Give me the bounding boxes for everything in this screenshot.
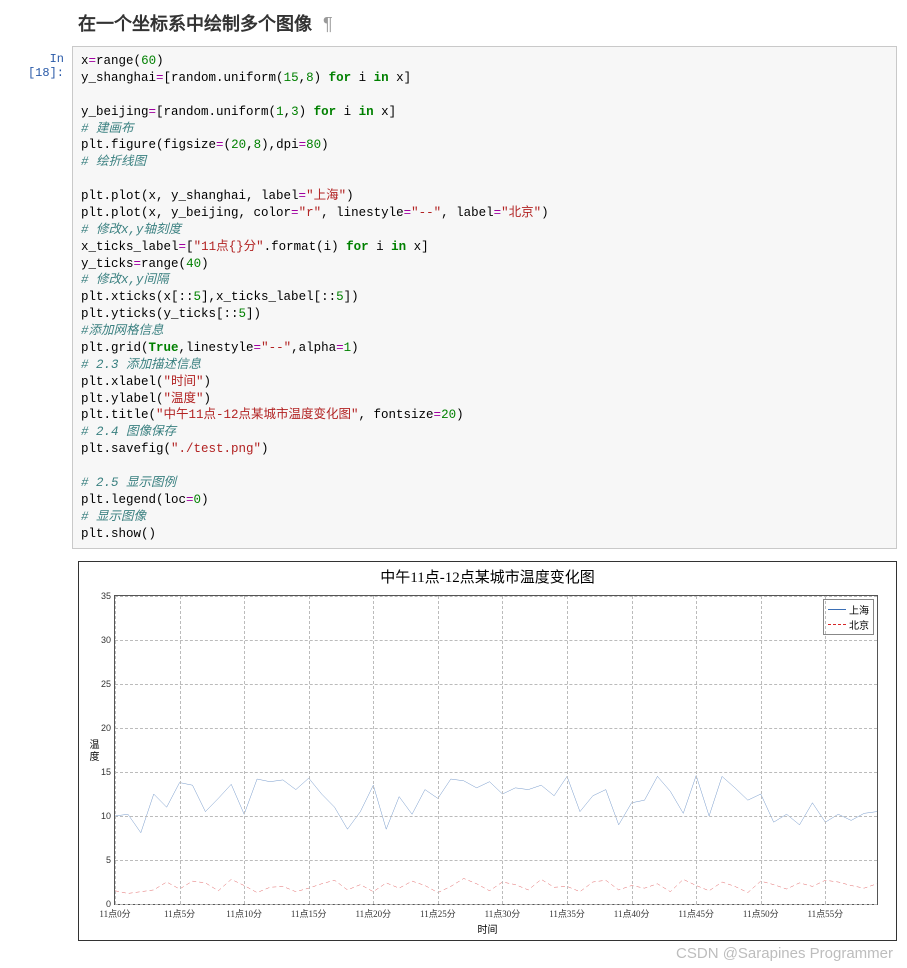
chart-figure: 中午11点-12点某城市温度变化图 温度 上海北京 05101520253035… (78, 561, 897, 941)
series-上海 (115, 776, 877, 833)
notebook-cell: In [18]: x=range(60) y_shanghai=[random.… (0, 46, 907, 557)
xtick-label: 11点25分 (420, 904, 456, 920)
ytick-label: 25 (101, 679, 115, 689)
ytick-label: 35 (101, 591, 115, 601)
chart-ylabel: 温度 (85, 739, 100, 763)
anchor-pilcrow[interactable]: ¶ (323, 14, 333, 34)
cell-prompt: In [18]: (10, 46, 72, 549)
cell-output: 中午11点-12点某城市温度变化图 温度 上海北京 05101520253035… (0, 557, 907, 941)
series-北京 (115, 879, 877, 894)
chart-plot-area: 上海北京 0510152025303511点0分11点5分11点10分11点15… (114, 595, 878, 905)
xtick-label: 11点50分 (743, 904, 779, 920)
chart-title: 中午11点-12点某城市温度变化图 (79, 562, 896, 589)
xtick-label: 11点10分 (226, 904, 262, 920)
xtick-label: 11点5分 (164, 904, 195, 920)
xtick-label: 11点15分 (291, 904, 327, 920)
ytick-label: 30 (101, 635, 115, 645)
xtick-label: 11点0分 (99, 904, 130, 920)
xtick-label: 11点55分 (807, 904, 843, 920)
xtick-label: 11点30分 (485, 904, 521, 920)
xtick-label: 11点45分 (678, 904, 714, 920)
xtick-label: 11点35分 (549, 904, 585, 920)
ytick-label: 5 (106, 855, 115, 865)
ytick-label: 20 (101, 723, 115, 733)
code-input[interactable]: x=range(60) y_shanghai=[random.uniform(1… (72, 46, 897, 549)
section-heading: 在一个坐标系中绘制多个图像 ¶ (0, 0, 907, 46)
xtick-label: 11点20分 (355, 904, 391, 920)
xtick-label: 11点40分 (614, 904, 650, 920)
heading-text: 在一个坐标系中绘制多个图像 (78, 14, 312, 34)
ytick-label: 15 (101, 767, 115, 777)
chart-lines (115, 596, 877, 904)
watermark-text: CSDN @Sarapines Programmer (0, 941, 907, 968)
ytick-label: 10 (101, 811, 115, 821)
